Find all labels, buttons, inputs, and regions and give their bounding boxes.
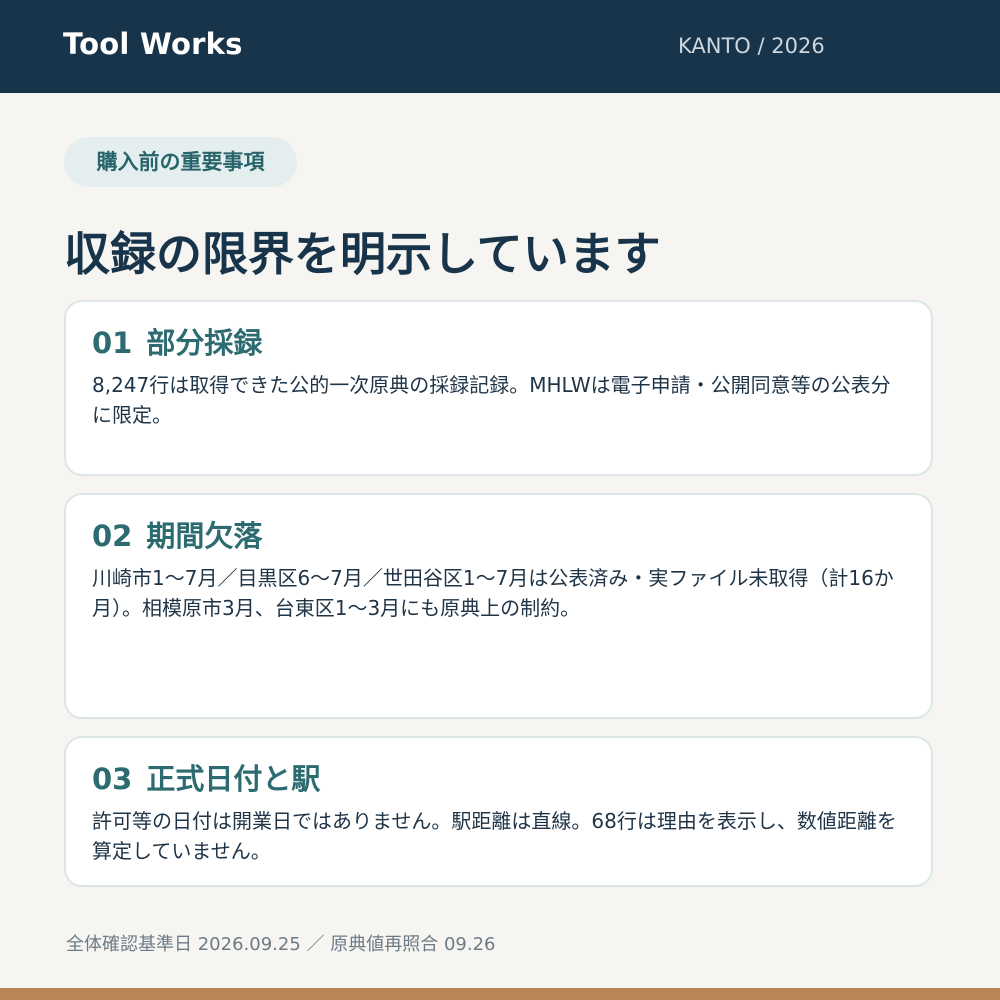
- card-heading: 02 期間欠落: [92, 513, 262, 555]
- card-title: 正式日付と駅: [146, 762, 321, 796]
- card-number: 01: [92, 326, 133, 360]
- card-body: 川崎市1〜7月／目黒区6〜7月／世田谷区1〜7月は公表済み・実ファイル未取得（計…: [92, 566, 894, 620]
- card-body: 許可等の日付は開業日ではありません。駅距離は直線。68行は理由を表示し、数値距離…: [92, 809, 897, 863]
- region-label: KANTO / 2026: [678, 34, 825, 58]
- card-title: 期間欠落: [146, 519, 263, 553]
- card-number: 02: [92, 519, 133, 553]
- card-body: 8,247行は取得できた公的一次原典の採録記録。MHLWは電子申請・公開同意等の…: [92, 373, 891, 427]
- header-bar: Tool Works KANTO / 2026: [0, 0, 1000, 93]
- footer-accent-bar: [0, 988, 1000, 1000]
- notice-card-gaps: 02 期間欠落 川崎市1〜7月／目黒区6〜7月／世田谷区1〜7月は公表済み・実ファ…: [64, 493, 933, 719]
- card-heading: 01 部分採録: [92, 320, 262, 362]
- footnote: 全体確認基準日 2026.09.25 ／ 原典値再照合 09.26: [66, 934, 496, 955]
- card-heading: 03 正式日付と駅: [92, 756, 320, 798]
- notice-card-partial: 01 部分採録 8,247行は取得できた公的一次原典の採録記録。MHLWは電子申請…: [64, 300, 933, 476]
- brand-logo-text: Tool Works: [63, 27, 243, 61]
- notice-card-dates: 03 正式日付と駅 許可等の日付は開業日ではありません。駅距離は直線。68行は理由…: [64, 736, 933, 887]
- page-title: 収録の限界を明示しています: [64, 227, 661, 281]
- section-tag: 購入前の重要事項: [64, 137, 297, 187]
- card-title: 部分採録: [146, 326, 263, 360]
- card-number: 03: [92, 762, 133, 796]
